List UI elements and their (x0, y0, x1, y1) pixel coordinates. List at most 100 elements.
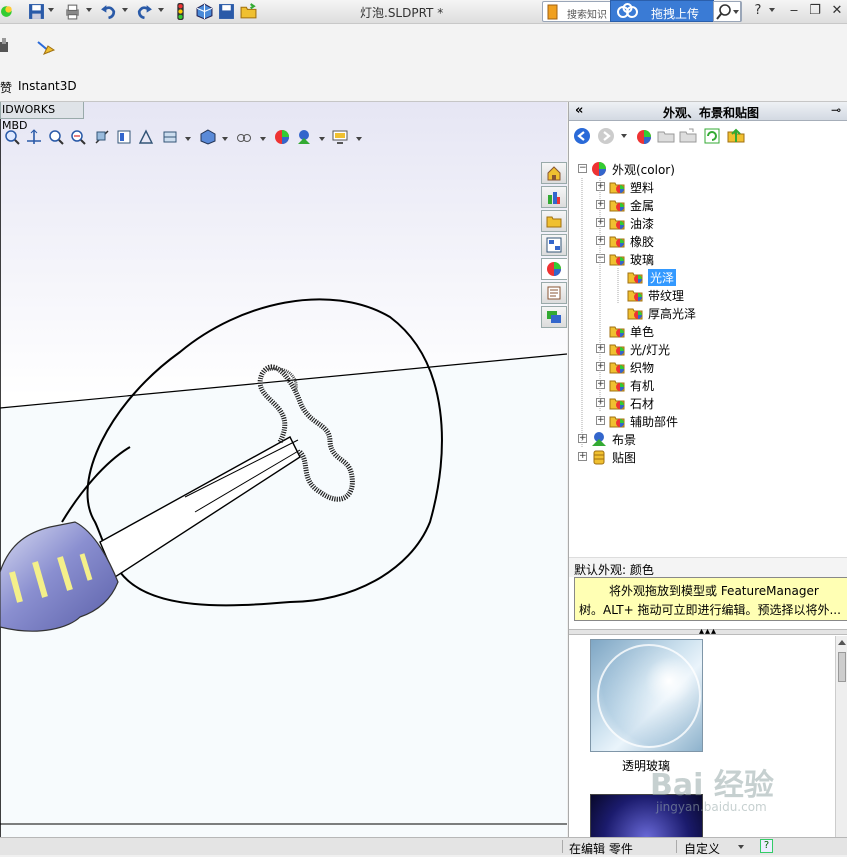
custom-properties-icon (547, 286, 561, 300)
tab-view-palette[interactable] (541, 234, 567, 256)
tooltip-line-1: 将外观拖放到模型或 FeatureManager (609, 584, 819, 598)
refresh-icon[interactable] (703, 127, 721, 145)
new-document-icon[interactable] (0, 3, 17, 20)
traffic-light-icon[interactable] (172, 3, 189, 20)
section-view-icon[interactable] (94, 129, 110, 145)
title-bar: 灯泡.SLDPRT * 搜索知识 拖拽上传 ? ‒ ❐ ✕ (0, 0, 847, 24)
cube-icon[interactable] (196, 3, 213, 20)
tree-label: 织物 (630, 361, 655, 375)
print-icon[interactable] (64, 3, 81, 20)
open-folder-icon[interactable] (240, 3, 257, 20)
units-dropdown-icon[interactable] (738, 845, 744, 849)
display-style-dropdown-icon[interactable] (222, 137, 228, 141)
status-units[interactable]: 自定义 (684, 840, 720, 857)
edit-appearance-icon[interactable] (274, 129, 290, 145)
pin-icon[interactable]: ⊸ (831, 103, 841, 117)
tree-label: 光泽 (648, 269, 677, 286)
minimize-icon[interactable]: ‒ (786, 3, 802, 19)
swatch-scrollbar[interactable] (835, 636, 847, 837)
hide-show-dropdown-icon[interactable] (260, 137, 266, 141)
tree-label: 光/灯光 (630, 343, 671, 357)
history-dropdown-icon[interactable] (621, 134, 627, 138)
search-placeholder: 搜索知识 (567, 10, 607, 21)
scroll-up-icon[interactable] (838, 640, 846, 645)
tab-forum[interactable] (541, 306, 567, 328)
rebuild-icon[interactable] (136, 3, 153, 20)
swatch-clear-glass[interactable] (590, 639, 703, 752)
tab-design-library[interactable] (541, 186, 567, 208)
search-icon (716, 4, 731, 20)
save-dropdown-icon[interactable] (48, 8, 54, 12)
default-appearance-text: 默认外观: 颜色 (574, 563, 654, 577)
watermark-brand: Bai 经验 (650, 768, 774, 803)
glass-sphere-preview (597, 644, 701, 748)
dynamic-annotation-icon[interactable] (138, 129, 154, 145)
task-pane-tabs (541, 162, 567, 334)
hide-show-items-icon[interactable] (236, 129, 252, 145)
appearance-tree: − 外观(color) + 塑料 + 金属 + 油漆 + 橡胶 − 玻璃 光泽 带纹理 厚高光泽 单色 + 光… (569, 156, 847, 556)
view-settings-icon[interactable] (162, 129, 178, 145)
appearance-icon (547, 262, 561, 276)
default-appearance-bar: 默认外观: 颜色 (569, 557, 847, 577)
tooltip-line-2: 树。ALT+ 拖动可立即进行编辑。预选择以将外... (579, 603, 841, 617)
cut-feature-icon[interactable] (0, 38, 12, 56)
appearance-folder-icon (627, 272, 643, 284)
view-monitor-icon[interactable] (332, 129, 348, 145)
tree-label: 辅助部件 (630, 415, 679, 429)
help-dropdown-icon[interactable] (769, 8, 775, 12)
status-separator (562, 840, 563, 853)
restore-icon[interactable]: ❐ (807, 3, 823, 19)
scroll-thumb[interactable] (838, 652, 846, 682)
zoom-area-icon[interactable] (48, 129, 64, 145)
tab-solidworks-resources[interactable] (541, 162, 567, 184)
back-icon[interactable] (573, 127, 591, 145)
undo-dropdown-icon[interactable] (122, 8, 128, 12)
tree-label: 金属 (630, 199, 655, 213)
model-view (0, 102, 567, 837)
print-dropdown-icon[interactable] (86, 8, 92, 12)
view-settings-dropdown-icon[interactable] (185, 137, 191, 141)
up-folder-icon[interactable] (727, 127, 745, 145)
help-icon[interactable]: ? (750, 3, 766, 19)
tree-label: 玻璃 (630, 253, 655, 267)
zoom-fit-icon[interactable] (4, 129, 20, 145)
save-icon[interactable] (28, 3, 45, 20)
pan-icon[interactable] (26, 129, 42, 145)
previous-view-icon[interactable] (70, 129, 86, 145)
graphics-viewport[interactable]: IDWORKS MBD (0, 102, 567, 837)
tab-custom-properties[interactable] (541, 282, 567, 304)
undo-icon[interactable] (100, 3, 117, 20)
instant3d-icon[interactable] (36, 38, 56, 56)
status-editing: 在编辑 零件 (569, 842, 633, 856)
add-file-location-icon[interactable] (679, 127, 697, 145)
tree-label: 有机 (630, 379, 655, 393)
status-bar: 在编辑 零件 自定义 ? (0, 837, 847, 857)
collapse-task-pane-button[interactable]: « (575, 103, 583, 118)
view-orientation-icon[interactable] (116, 129, 132, 145)
cut-label[interactable]: 赞 (0, 79, 12, 96)
mbd-tab[interactable]: IDWORKS MBD (0, 102, 84, 132)
tree-label: 油漆 (630, 217, 655, 231)
search-dropdown-icon[interactable] (733, 10, 739, 14)
view-monitor-dropdown-icon[interactable] (356, 137, 362, 141)
add-appearance-icon[interactable] (635, 127, 653, 145)
forward-icon[interactable] (597, 127, 615, 145)
status-separator (676, 840, 677, 853)
save-all-icon[interactable] (218, 3, 235, 20)
apply-scene-icon[interactable] (296, 129, 312, 145)
baidu-upload-button[interactable]: 拖拽上传 (610, 0, 714, 22)
tab-appearances-scenes-decals[interactable] (541, 258, 567, 280)
add-folder-icon[interactable] (657, 127, 675, 145)
instant3d-label[interactable]: Instant3D (18, 79, 77, 93)
close-icon[interactable]: ✕ (829, 3, 845, 19)
display-style-icon[interactable] (200, 129, 216, 145)
search-button[interactable] (713, 1, 741, 22)
tab-file-explorer[interactable] (541, 210, 567, 232)
apply-scene-dropdown-icon[interactable] (319, 137, 325, 141)
rebuild-dropdown-icon[interactable] (158, 8, 164, 12)
pane-splitter[interactable]: ▴▴▴ (569, 626, 847, 637)
status-help-icon[interactable]: ? (760, 839, 773, 853)
forum-icon (547, 311, 561, 323)
task-pane-header: « 外观、布景和贴图 ⊸ (569, 102, 847, 121)
tree-label: 单色 (630, 325, 655, 339)
